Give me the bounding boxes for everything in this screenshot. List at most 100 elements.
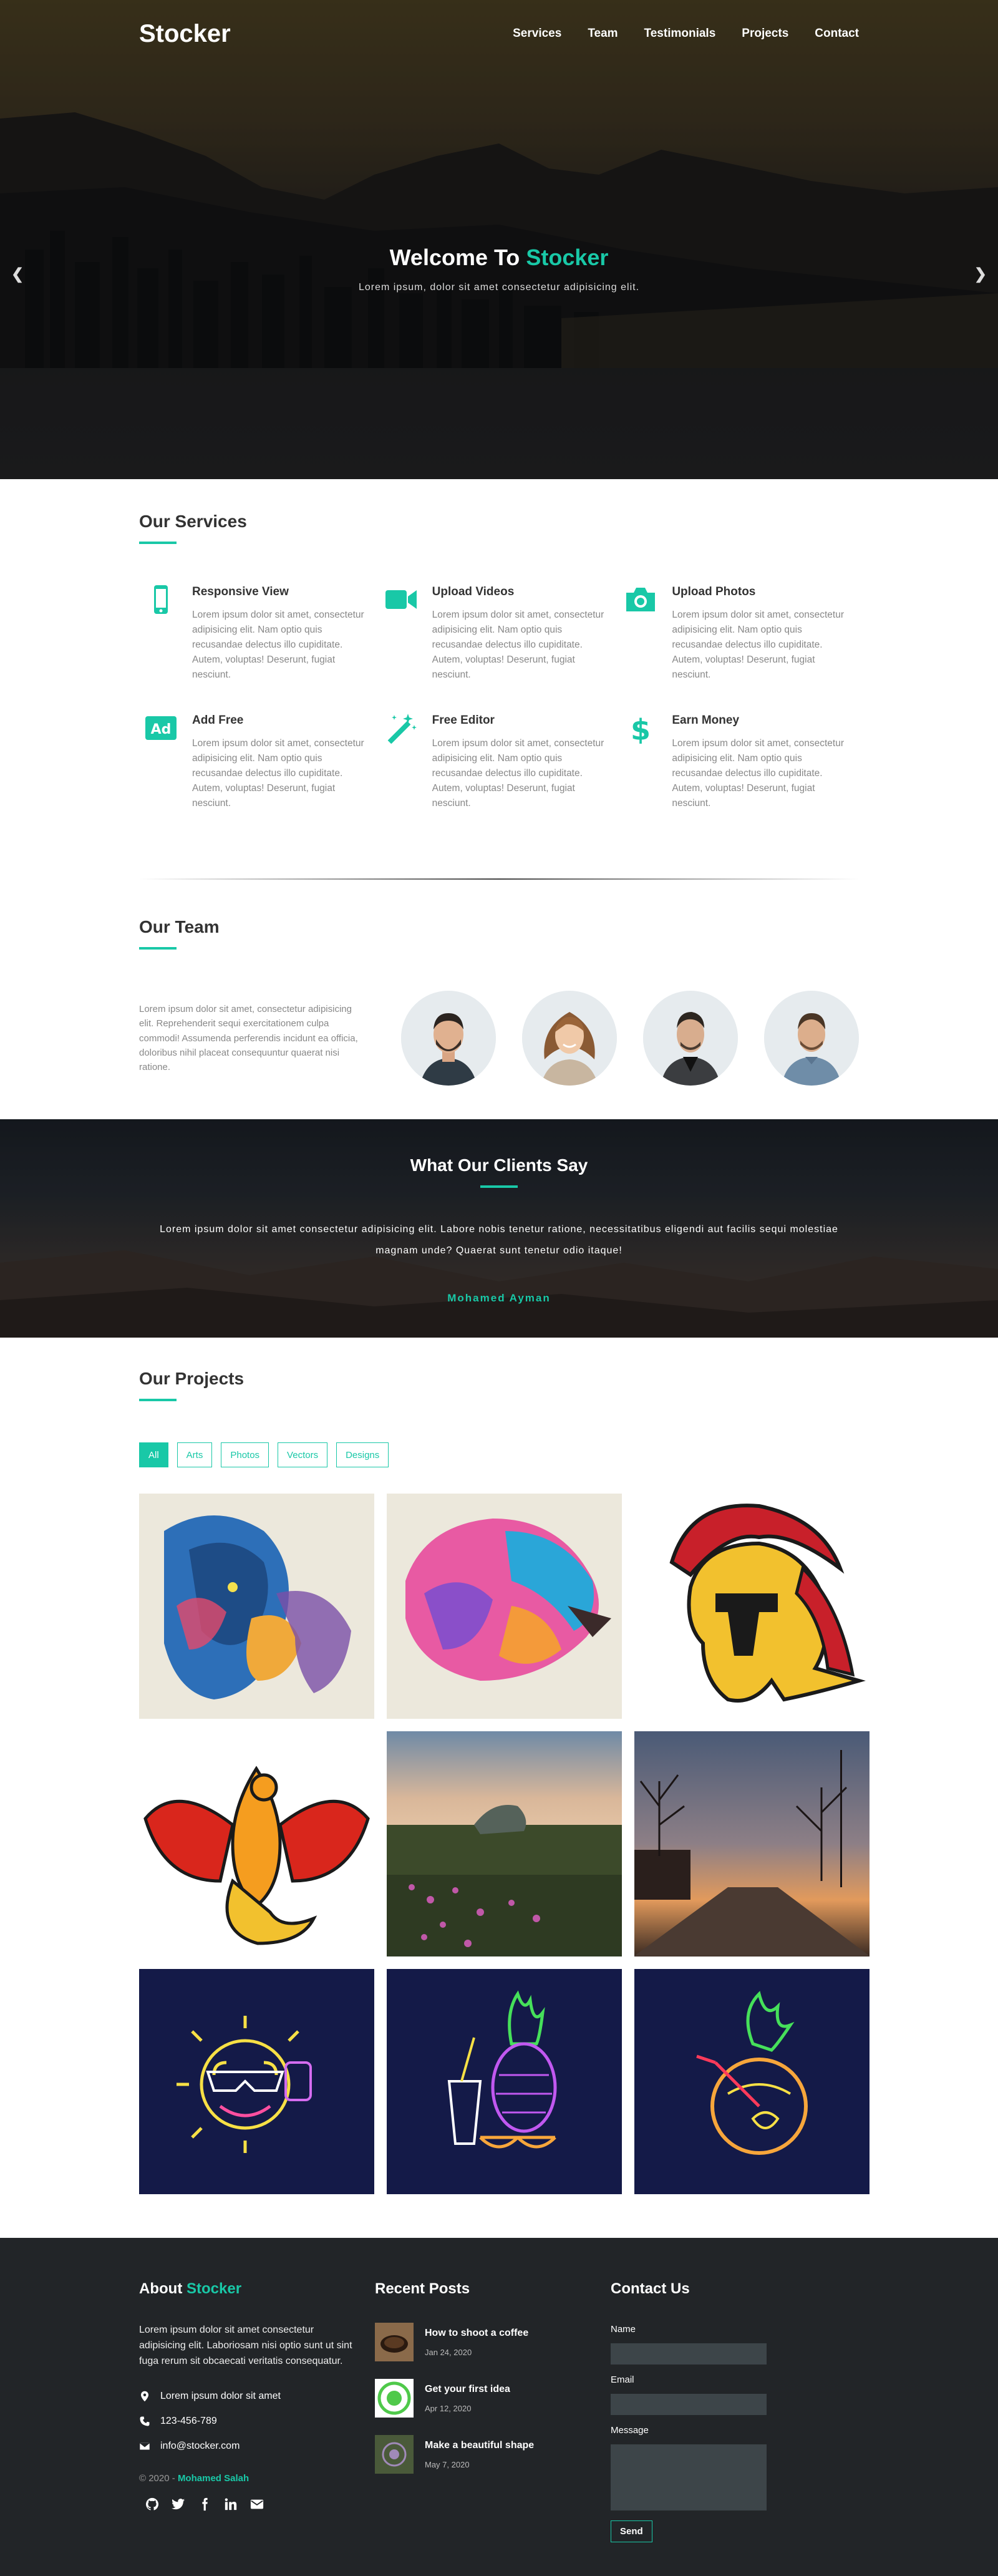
service-title: Add Free (192, 714, 244, 727)
mobile-icon (139, 584, 192, 683)
service-title: Upload Videos (432, 585, 515, 598)
location-pin-icon (141, 2391, 148, 2401)
service-text: Lorem ipsum dolor sit amet, consectetur … (192, 610, 364, 681)
hero-title-accent: Stocker (526, 245, 609, 270)
project-filters: All Arts Photos Vectors Designs (139, 1442, 859, 1468)
phone-item: 123-456-789 (139, 2416, 375, 2427)
facebook-icon[interactable] (198, 2497, 211, 2511)
lion-art-image (139, 1494, 374, 1719)
ad-icon: Ad (139, 712, 192, 811)
service-title: Earn Money (672, 714, 740, 727)
hero-caption: Welcome To Stocker Lorem ipsum, dolor si… (0, 245, 998, 293)
recent-post-item[interactable]: Get your first idea Apr 12, 2020 (375, 2379, 611, 2418)
filter-all-button[interactable]: All (139, 1442, 168, 1468)
about-title-accent: Stocker (186, 2280, 242, 2298)
message-field[interactable] (611, 2444, 767, 2511)
envelope-icon[interactable] (250, 2497, 264, 2511)
post-title[interactable]: Get your first idea (425, 2384, 510, 2395)
recent-post-item[interactable]: How to shoot a coffee Jan 24, 2020 (375, 2323, 611, 2362)
section-divider (139, 878, 859, 880)
project-item[interactable] (139, 1494, 374, 1719)
service-card: Ad Add Free Lorem ipsum dolor sit amet, … (139, 712, 379, 811)
phoenix-image (139, 1731, 374, 1957)
neon-coconut-drink-image (634, 1969, 870, 2195)
testimonial-quote: Lorem ipsum dolor sit amet consectetur a… (160, 1224, 838, 1256)
nav-link-services[interactable]: Services (513, 27, 561, 41)
email-label: Email (611, 2374, 634, 2386)
name-label: Name (611, 2324, 636, 2335)
title-underline (139, 1399, 177, 1402)
footer-about-text: Lorem ipsum dolor sit amet consectetur a… (139, 2325, 352, 2366)
team-text: Lorem ipsum dolor sit amet, consectetur … (139, 1004, 358, 1073)
recent-post-item[interactable]: Make a beautiful shape May 7, 2020 (375, 2435, 611, 2474)
phone-icon (140, 2416, 150, 2426)
service-text: Lorem ipsum dolor sit amet, consectetur … (672, 738, 844, 809)
phone-text: 123-456-789 (160, 2415, 217, 2426)
filter-designs-button[interactable]: Designs (336, 1442, 389, 1468)
testimonial-author: Mohamed Ayman (447, 1292, 551, 1305)
social-links (145, 2497, 375, 2511)
nav-link-contact[interactable]: Contact (815, 27, 859, 41)
neon-pineapple-image (387, 1969, 622, 2195)
service-text: Lorem ipsum dolor sit amet, consectetur … (192, 738, 364, 809)
project-item[interactable] (634, 1494, 870, 1719)
projects-title: Our Projects (139, 1369, 245, 1389)
project-item[interactable] (387, 1494, 622, 1719)
neon-sun-image (139, 1969, 374, 2195)
bear-art-image (387, 1494, 622, 1719)
project-item[interactable] (139, 1969, 374, 2195)
brand-logo[interactable]: Stocker (139, 20, 231, 48)
project-item[interactable] (634, 1731, 870, 1957)
nav-menu: Services Team Testimonials Projects Cont… (487, 27, 859, 41)
post-thumbnail (375, 2435, 414, 2474)
svg-text:Ad: Ad (151, 722, 172, 737)
service-card: $ Earn Money Lorem ipsum dolor sit amet,… (619, 712, 859, 811)
name-field[interactable] (611, 2343, 767, 2365)
address-item: Lorem ipsum dolor sit amet (139, 2391, 375, 2402)
twitter-icon[interactable] (172, 2497, 185, 2511)
post-thumbnail (375, 2323, 414, 2362)
envelope-icon (139, 2441, 150, 2451)
team-member-avatar[interactable] (401, 991, 496, 1086)
copyright-prefix: © 2020 - (139, 2472, 175, 2484)
post-title[interactable]: Make a beautiful shape (425, 2440, 534, 2451)
top-navbar: Stocker Services Team Testimonials Proje… (0, 0, 998, 67)
filter-photos-button[interactable]: Photos (221, 1442, 269, 1468)
nav-link-team[interactable]: Team (588, 27, 618, 41)
project-item[interactable] (139, 1731, 374, 1957)
about-title-prefix: About (139, 2280, 183, 2298)
dollar-icon: $ (619, 712, 672, 811)
email-field[interactable] (611, 2394, 767, 2416)
send-button[interactable]: Send (611, 2520, 652, 2543)
title-underline (139, 947, 177, 950)
team-member-avatar[interactable] (764, 991, 859, 1086)
copyright-author-link[interactable]: Mohamed Salah (178, 2473, 249, 2484)
projects-section: Our Projects All Arts Photos Vectors Des… (0, 1338, 998, 2195)
team-member-avatar[interactable] (643, 991, 738, 1086)
post-date: Jan 24, 2020 (425, 2347, 472, 2357)
testimonials-title: What Our Clients Say (410, 1155, 588, 1175)
linkedin-icon[interactable] (224, 2497, 238, 2511)
hero-subtitle: Lorem ipsum, dolor sit amet consectetur … (358, 282, 640, 293)
address-text: Lorem ipsum dolor sit amet (160, 2390, 281, 2401)
github-icon[interactable] (145, 2497, 159, 2511)
filter-arts-button[interactable]: Arts (177, 1442, 213, 1468)
filter-vectors-button[interactable]: Vectors (278, 1442, 328, 1468)
testimonials-section: What Our Clients Say Lorem ipsum dolor s… (0, 1119, 998, 1338)
service-card: Responsive View Lorem ipsum dolor sit am… (139, 584, 379, 683)
team-member-avatar[interactable] (522, 991, 617, 1086)
footer-about: About Stocker Lorem ipsum dolor sit amet… (139, 2280, 375, 2542)
project-item[interactable] (634, 1969, 870, 2195)
nav-link-testimonials[interactable]: Testimonials (644, 27, 716, 41)
magic-wand-icon (379, 712, 432, 811)
email-item: info@stocker.com (139, 2441, 375, 2452)
hero-title-prefix: Welcome To (389, 245, 520, 270)
service-card: Free Editor Lorem ipsum dolor sit amet, … (379, 712, 619, 811)
project-item[interactable] (387, 1969, 622, 2195)
services-section: Our Services Responsive View Lorem ipsum… (0, 479, 998, 880)
project-item[interactable] (387, 1731, 622, 1957)
message-label: Message (611, 2425, 649, 2436)
hero-title: Welcome To Stocker (0, 245, 998, 271)
nav-link-projects[interactable]: Projects (742, 27, 788, 41)
post-title[interactable]: How to shoot a coffee (425, 2328, 528, 2339)
